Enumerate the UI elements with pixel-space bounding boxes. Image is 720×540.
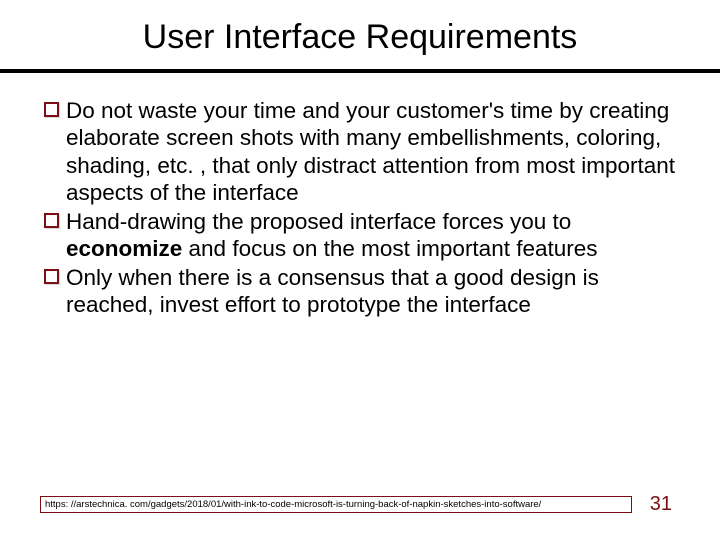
- slide: User Interface Requirements Do not waste…: [0, 0, 720, 540]
- bullet-list: Do not waste your time and your customer…: [40, 97, 680, 319]
- bullet-text: Only when there is a consensus that a go…: [66, 264, 676, 319]
- bullet-text: Hand-drawing the proposed interface forc…: [66, 208, 676, 263]
- square-bullet-icon: [44, 269, 59, 284]
- list-item: Only when there is a consensus that a go…: [44, 264, 676, 319]
- page-number: 31: [650, 493, 680, 516]
- list-item: Do not waste your time and your customer…: [44, 97, 676, 207]
- square-bullet-icon: [44, 102, 59, 117]
- bullet-text: Do not waste your time and your customer…: [66, 97, 676, 207]
- reference-link: https: //arstechnica. com/gadgets/2018/0…: [40, 496, 632, 513]
- divider: [0, 69, 720, 73]
- page-title: User Interface Requirements: [40, 18, 680, 57]
- list-item: Hand-drawing the proposed interface forc…: [44, 208, 676, 263]
- square-bullet-icon: [44, 213, 59, 228]
- footer: https: //arstechnica. com/gadgets/2018/0…: [40, 493, 680, 516]
